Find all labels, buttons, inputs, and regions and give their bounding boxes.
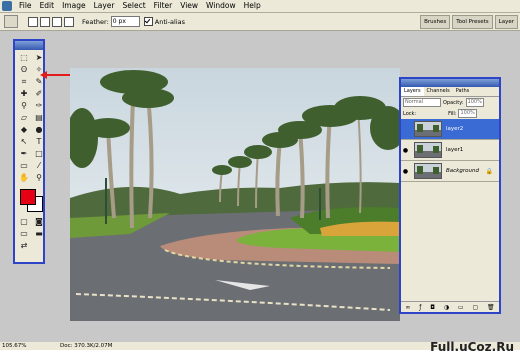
feather-input[interactable]: 0 px <box>110 16 140 27</box>
eraser-tool-icon[interactable]: ▱ <box>18 113 30 123</box>
toolbox-title-bar[interactable] <box>15 41 43 50</box>
path-selection-tool-icon[interactable]: ↖ <box>18 137 30 147</box>
options-bar: Feather: 0 px Anti-alias Brushes Tool Pr… <box>0 13 520 31</box>
menu-window[interactable]: Window <box>202 0 240 12</box>
crop-tool-icon[interactable]: ⌗ <box>18 77 30 87</box>
layers-title-bar[interactable] <box>401 79 499 87</box>
group-icon[interactable]: ▭ <box>458 304 464 311</box>
screen-mode-standard-icon[interactable]: ▭ <box>18 229 30 239</box>
layer-thumbnail <box>414 142 442 158</box>
zoom-tool-icon[interactable]: ⚲ <box>33 173 45 183</box>
menu-view[interactable]: View <box>176 0 202 12</box>
layer-name: layer1 <box>446 147 464 153</box>
subtract-selection-icon[interactable] <box>52 16 62 27</box>
move-tool-icon[interactable]: ➤ <box>33 53 45 63</box>
trash-icon[interactable]: 🗑 <box>487 304 495 311</box>
notes-tool-icon[interactable]: ▭ <box>18 161 30 171</box>
jump-to-imageready-icon[interactable]: ⇄ <box>18 241 30 251</box>
lasso-tool-icon[interactable]: ʘ <box>18 65 30 75</box>
blend-mode-select[interactable]: Normal <box>403 98 441 107</box>
opacity-input[interactable]: 100% <box>465 98 484 107</box>
fill-label: Fill: <box>448 110 457 117</box>
menu-image[interactable]: Image <box>58 0 90 12</box>
lock-row: Lock: Fill: 100% <box>401 108 499 119</box>
marquee-tool-icon[interactable]: ⬚ <box>18 53 30 63</box>
new-selection-icon[interactable] <box>28 16 38 27</box>
intersect-selection-icon[interactable] <box>64 16 74 27</box>
antialias-checkbox[interactable] <box>143 17 153 26</box>
blur-tool-icon[interactable]: ◆ <box>18 125 30 135</box>
feather-label: Feather: <box>82 17 109 26</box>
palette-well: Brushes Tool Presets Layer <box>420 15 518 29</box>
pen-tool-icon[interactable]: ✒ <box>18 149 30 159</box>
link-icon[interactable]: ∞ <box>405 304 410 311</box>
history-brush-tool-icon[interactable]: ✑ <box>33 101 45 111</box>
doc-size: Doc: 370.3K/2.07M <box>60 343 113 349</box>
zoom-level[interactable]: 105.67% <box>2 342 26 350</box>
eye-icon[interactable]: ● <box>401 147 410 154</box>
gradient-tool-icon[interactable]: ▤ <box>33 113 45 123</box>
layer-style-icon[interactable]: ƒ <box>419 304 421 311</box>
menu-file[interactable]: File <box>15 0 36 12</box>
antialias-label: Anti-alias <box>154 17 186 26</box>
layer-name: layer2 <box>446 126 464 132</box>
well-tab-layer[interactable]: Layer <box>494 15 518 29</box>
standard-mode-icon[interactable]: ▢ <box>18 217 30 227</box>
healing-brush-tool-icon[interactable]: ✚ <box>18 89 30 99</box>
layer-row-background[interactable]: ● Background 🔒 <box>401 161 499 182</box>
document-canvas[interactable] <box>70 68 400 321</box>
shape-tool-icon[interactable]: □ <box>33 149 45 159</box>
mask-icon[interactable]: ◘ <box>430 304 435 311</box>
tab-channels[interactable]: Channels <box>424 87 453 96</box>
layer-row-layer2[interactable]: layer2 <box>401 119 499 140</box>
lock-icon: 🔒 <box>485 167 493 175</box>
layers-palette: Layers Channels Paths Normal Opacity: 10… <box>399 77 501 314</box>
well-tab-brushes[interactable]: Brushes <box>420 15 451 29</box>
foreground-color-swatch[interactable] <box>20 189 36 205</box>
opacity-label: Opacity: <box>443 99 464 106</box>
type-tool-icon[interactable]: T <box>33 137 45 147</box>
blend-row: Normal Opacity: 100% <box>401 97 499 108</box>
watermark: Full.uCoz.Ru <box>430 340 514 354</box>
layers-tabs: Layers Channels Paths <box>401 87 499 97</box>
new-layer-icon[interactable]: ▢ <box>472 304 478 311</box>
dodge-tool-icon[interactable]: ● <box>33 125 45 135</box>
menu-edit[interactable]: Edit <box>36 0 59 12</box>
layer-thumbnail <box>414 163 442 179</box>
lock-label: Lock: <box>403 110 417 117</box>
well-tab-tool-presets[interactable]: Tool Presets <box>452 15 493 29</box>
tool-preset-picker[interactable] <box>4 15 18 28</box>
hand-tool-icon[interactable]: ✋ <box>18 173 30 183</box>
clone-stamp-tool-icon[interactable]: ⚲ <box>18 101 30 111</box>
menu-bar: File Edit Image Layer Select Filter View… <box>0 0 520 13</box>
eyedropper-tool-icon[interactable]: ⁄ <box>33 161 45 171</box>
menu-layer[interactable]: Layer <box>90 0 119 12</box>
tab-paths[interactable]: Paths <box>453 87 473 96</box>
layer-thumbnail <box>414 121 442 137</box>
photoshop-window: File Edit Image Layer Select Filter View… <box>0 0 520 350</box>
fill-input[interactable]: 100% <box>458 109 477 118</box>
palm-road-photo <box>70 68 400 321</box>
tab-layers[interactable]: Layers <box>401 87 424 96</box>
menu-select[interactable]: Select <box>119 0 150 12</box>
brush-tool-icon[interactable]: ✐ <box>33 89 45 99</box>
adjustment-icon[interactable]: ◑ <box>444 304 449 311</box>
quick-mask-icon[interactable]: ◙ <box>33 217 45 227</box>
screen-mode-full-icon[interactable]: ▬ <box>33 229 45 239</box>
layer-name: Background <box>446 168 479 174</box>
eye-icon[interactable]: ● <box>401 168 410 175</box>
layers-footer: ∞ ƒ ◘ ◑ ▭ ▢ 🗑 <box>401 301 499 312</box>
app-icon <box>2 1 12 11</box>
menu-help[interactable]: Help <box>240 0 265 12</box>
color-swatches <box>18 187 43 215</box>
menu-filter[interactable]: Filter <box>150 0 177 12</box>
add-selection-icon[interactable] <box>40 16 50 27</box>
layer-row-layer1[interactable]: ● layer1 <box>401 140 499 161</box>
